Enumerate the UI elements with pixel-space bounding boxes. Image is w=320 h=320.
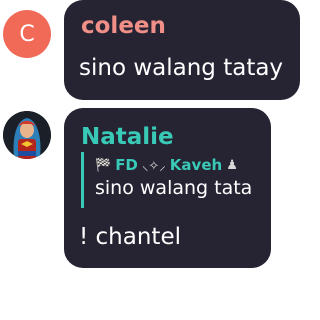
reply-quote-header: 🏁 FD ⸜✧⸝ Kaveh ♟ bbox=[95, 156, 238, 174]
message-text: ! chantel bbox=[79, 224, 181, 250]
message-bubble-coleen[interactable]: coleen sino walang tatay bbox=[64, 0, 300, 100]
avatar-image bbox=[3, 111, 51, 159]
reply-quote-text: sino walang tata bbox=[95, 177, 253, 199]
sender-name[interactable]: coleen bbox=[81, 13, 166, 39]
wings-icon: ⸜✧⸝ bbox=[141, 159, 166, 174]
message-bubble-natalie[interactable]: Natalie 🏁 FD ⸜✧⸝ Kaveh ♟ sino walang tat… bbox=[64, 108, 271, 268]
sender-name[interactable]: Natalie bbox=[81, 124, 174, 150]
message-text: sino walang tatay bbox=[79, 55, 284, 81]
avatar-coleen[interactable]: C bbox=[3, 10, 51, 58]
chess-pawn-icon: ♟ bbox=[226, 157, 238, 173]
reply-username: Kaveh bbox=[169, 156, 223, 174]
avatar-letter: C bbox=[19, 21, 35, 47]
reply-display-name: FD bbox=[115, 156, 138, 174]
avatar-natalie[interactable] bbox=[3, 111, 51, 159]
reply-quote[interactable]: 🏁 FD ⸜✧⸝ Kaveh ♟ sino walang tata bbox=[81, 152, 272, 208]
checkered-flag-icon: 🏁 bbox=[95, 157, 112, 173]
